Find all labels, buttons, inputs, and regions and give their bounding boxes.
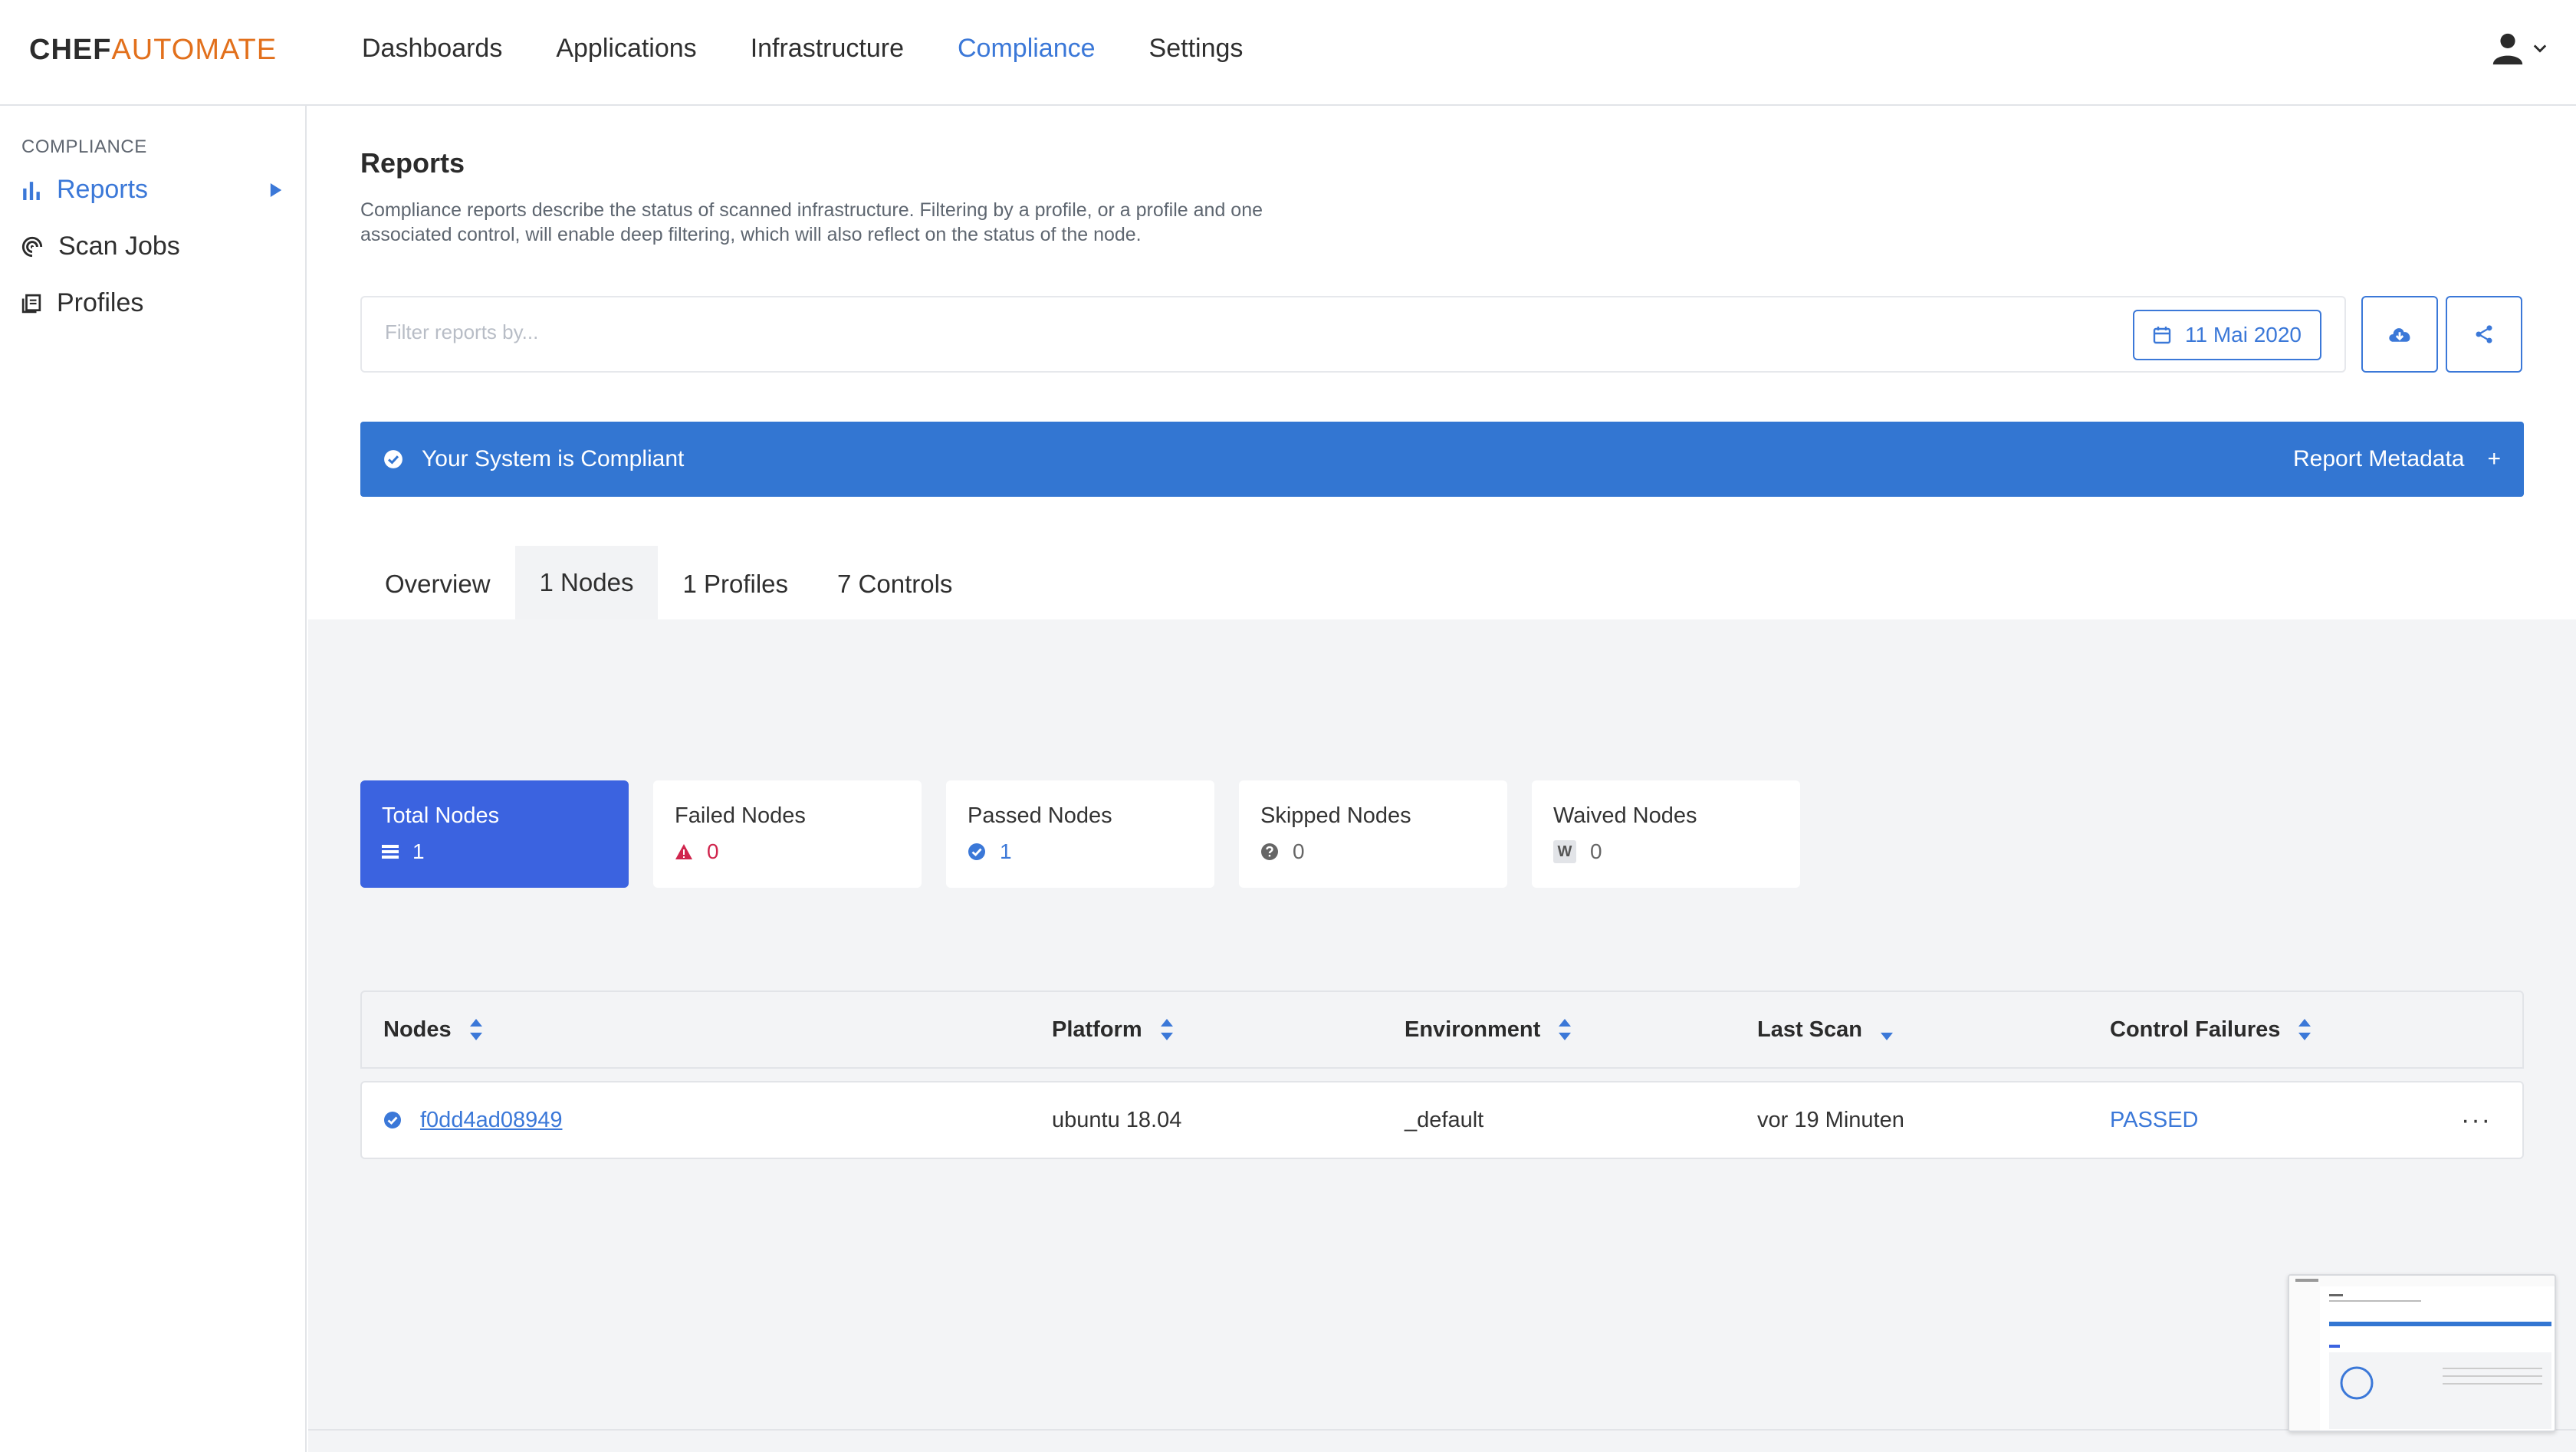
sidebar-item-scan-jobs[interactable]: Scan Jobs [21,232,282,261]
caret-right-icon [270,182,282,197]
column-header-nodes[interactable]: Nodes [383,992,482,1067]
check-circle-icon [384,450,402,468]
user-menu[interactable] [2490,31,2547,66]
chef-automate-logo[interactable]: CHEFAUTOMATE [29,34,277,67]
column-header-control-failures[interactable]: Control Failures [2110,992,2312,1067]
share-button[interactable] [2446,296,2522,373]
bar-chart-icon [23,181,40,200]
column-header-label: Last Scan [1757,1017,1862,1042]
nav-settings[interactable]: Settings [1149,34,1244,64]
sidebar-item-reports[interactable]: Reports [21,175,282,205]
column-header-label: Platform [1052,1017,1142,1042]
stat-value: 0 [1293,839,1305,863]
screenshot-thumbnail-preview[interactable] [2288,1274,2556,1432]
filter-reports-input[interactable] [385,320,1918,344]
column-header-platform[interactable]: Platform [1052,992,1173,1067]
column-header-label: Environment [1405,1017,1541,1042]
nav-dashboards[interactable]: Dashboards [362,34,502,64]
profiles-icon [21,294,41,313]
share-icon [2476,325,2492,343]
stat-label: Total Nodes [382,803,500,828]
report-metadata-label: Report Metadata [2293,446,2465,471]
sidebar-item-label: Scan Jobs [58,232,180,261]
report-metadata-toggle[interactable]: Report Metadata + [2293,422,2501,497]
column-header-last-scan[interactable]: Last Scan [1757,992,1893,1067]
thumbnail-image [2289,1276,2555,1431]
plus-icon: + [2487,446,2501,471]
stat-value: 0 [707,839,719,863]
sort-icon [1160,1019,1173,1040]
cell-last-scan: vor 19 Minuten [1757,1107,1904,1132]
page-description: Compliance reports describe the status o… [360,199,1263,245]
question-circle-icon [1261,843,1278,860]
column-header-label: Control Failures [2110,1017,2281,1042]
banner-status-text: Your System is Compliant [422,446,685,471]
table-row: f0dd4ad08949 ubuntu 18.04 _default vor 1… [360,1081,2524,1159]
cloud-download-icon [2389,328,2410,342]
logo-chef-text: CHEF [29,34,112,66]
sidebar-item-label: Reports [57,175,149,204]
tab-nodes[interactable]: 1 Nodes [514,546,659,623]
stat-value: 1 [412,839,425,863]
column-header-environment[interactable]: Environment [1405,992,1572,1067]
main-content: Reports Compliance reports describe the … [308,107,2576,1452]
stat-failed-nodes[interactable]: Failed Nodes 0 [653,780,922,888]
sidebar-section-title: COMPLIANCE [21,136,147,157]
sort-icon [2298,1019,2312,1040]
sort-icon [469,1019,482,1040]
banner-status: Your System is Compliant [383,422,684,497]
cell-node: f0dd4ad08949 [383,1082,562,1158]
nav-applications[interactable]: Applications [556,34,696,64]
calendar-icon [2153,327,2171,344]
stat-value: 1 [1000,839,1012,863]
node-link[interactable]: f0dd4ad08949 [420,1108,562,1133]
scan-jobs-icon [21,236,43,258]
column-header-label: Nodes [383,1017,452,1042]
compliance-status-banner: Your System is Compliant Report Metadata… [360,422,2524,497]
report-tabs: Overview 1 Nodes 1 Profiles 7 Controls [360,546,977,623]
stat-label: Passed Nodes [968,803,1112,828]
stat-skipped-nodes[interactable]: Skipped Nodes 0 [1239,780,1507,888]
sidebar: COMPLIANCE Reports Scan Jobs Profiles [0,106,307,1452]
date-selector-label: 11 Mai 2020 [2184,323,2302,347]
date-selector-button[interactable]: 11 Mai 2020 [2132,310,2321,360]
check-circle-icon [968,843,985,860]
sort-icon [1559,1019,1572,1040]
filter-bar: 11 Mai 2020 [360,296,2346,373]
nodes-panel: Total Nodes 1 Failed Nodes 0 Passed Node… [308,619,2576,1452]
cell-platform: ubuntu 18.04 [1052,1107,1182,1132]
cell-environment: _default [1405,1107,1484,1132]
stat-label: Waived Nodes [1553,803,1697,828]
warning-icon [675,844,692,859]
stat-label: Failed Nodes [675,803,806,828]
tab-overview[interactable]: Overview [360,546,515,623]
tab-profiles[interactable]: 1 Profiles [658,546,813,623]
logo-automate-text: AUTOMATE [111,34,278,66]
stat-total-nodes[interactable]: Total Nodes 1 [360,780,629,888]
sidebar-item-label: Profiles [57,288,144,317]
tab-controls[interactable]: 7 Controls [813,546,977,623]
download-button[interactable] [2361,296,2438,373]
nodes-table-header: Nodes Platform Environment Last Scan Con… [360,990,2524,1069]
stat-waived-nodes[interactable]: Waived Nodes W 0 [1532,780,1800,888]
footer-divider [308,1429,2576,1431]
sort-desc-icon [1881,1033,1893,1040]
stat-value: 0 [1590,839,1602,863]
check-circle-icon [384,1112,401,1128]
cell-control-failures: PASSED [2110,1107,2199,1132]
chevron-down-icon [2533,44,2547,53]
row-more-menu-button[interactable]: ··· [2461,1082,2492,1158]
nav-compliance[interactable]: Compliance [958,34,1096,64]
sidebar-item-profiles[interactable]: Profiles [21,288,282,318]
stat-label: Skipped Nodes [1260,803,1411,828]
top-navigation-bar: CHEFAUTOMATE Dashboards Applications Inf… [0,0,2576,106]
nav-infrastructure[interactable]: Infrastructure [751,34,904,64]
stat-passed-nodes[interactable]: Passed Nodes 1 [946,780,1214,888]
list-icon [382,845,399,859]
page-title: Reports [360,147,465,179]
user-icon [2492,33,2523,65]
main-nav: Dashboards Applications Infrastructure C… [362,34,1243,64]
waived-icon: W [1553,840,1576,863]
